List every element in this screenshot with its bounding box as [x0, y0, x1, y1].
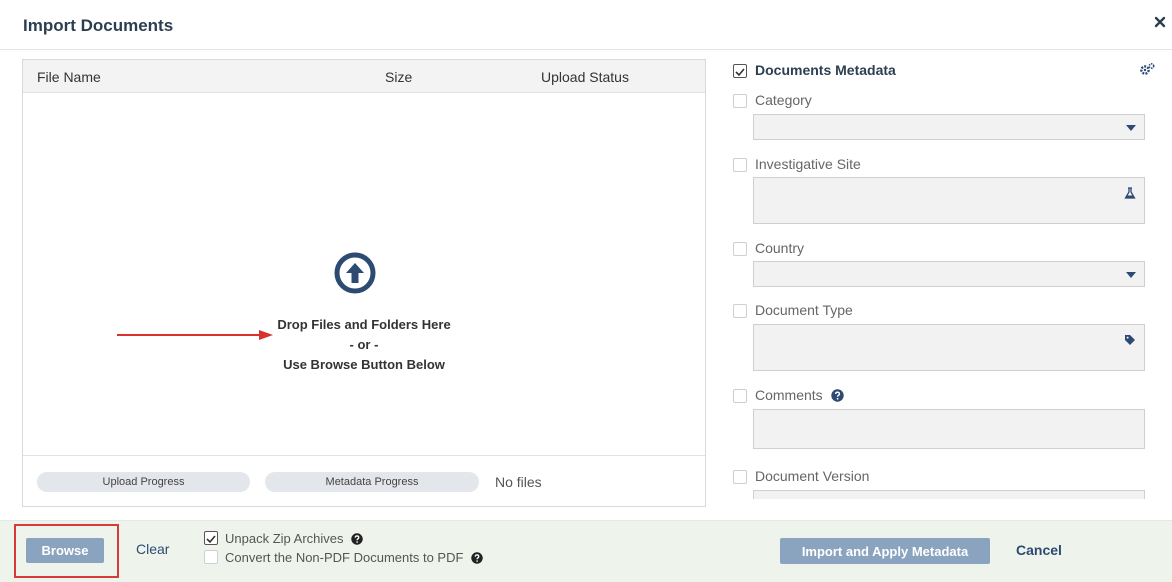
dialog-header: Import Documents [0, 0, 1172, 50]
comments-label: Comments [755, 387, 823, 403]
file-status-text: No files [495, 474, 542, 490]
document-version-field[interactable] [753, 490, 1145, 499]
document-type-field[interactable] [753, 324, 1145, 371]
country-select[interactable] [753, 261, 1145, 287]
help-icon[interactable] [830, 389, 844, 402]
documents-metadata-label: Documents Metadata [755, 62, 896, 78]
flask-icon[interactable] [1124, 187, 1136, 199]
check-icon [206, 535, 216, 544]
unpack-zip-label: Unpack Zip Archives [225, 531, 344, 546]
category-label: Category [755, 92, 812, 108]
help-icon[interactable] [471, 552, 483, 564]
dialog-title: Import Documents [23, 16, 174, 35]
drop-text-line-3: Use Browse Button Below [283, 357, 445, 372]
browse-button[interactable]: Browse [26, 538, 104, 563]
investigative-site-label: Investigative Site [755, 156, 861, 172]
drop-text-line-2: - or - [349, 337, 379, 352]
category-select[interactable] [753, 114, 1145, 140]
document-type-checkbox[interactable] [733, 304, 747, 318]
unpack-zip-checkbox[interactable] [204, 531, 218, 545]
progress-row: Upload Progress Metadata Progress No fil… [23, 455, 705, 507]
document-version-checkbox[interactable] [733, 470, 747, 484]
upload-progress-bar: Upload Progress [37, 472, 250, 492]
comments-label-wrap: Comments [755, 387, 844, 403]
convert-pdf-option: Convert the Non-PDF Documents to PDF [225, 550, 483, 565]
drop-instructions: Drop Files and Folders Here - or - Use B… [23, 315, 705, 375]
file-list-panel: File Name Size Upload Status Drop Files … [22, 59, 706, 507]
comments-checkbox[interactable] [733, 389, 747, 403]
country-label: Country [755, 240, 805, 256]
metadata-panel: Documents Metadata Category Investigativ… [726, 59, 1166, 499]
import-and-apply-metadata-button[interactable]: Import and Apply Metadata [780, 538, 990, 564]
column-file-name[interactable]: File Name [37, 69, 101, 85]
cancel-button[interactable]: Cancel [1016, 542, 1062, 558]
file-list-header: File Name Size Upload Status [23, 60, 705, 93]
document-type-label: Document Type [755, 302, 853, 318]
chevron-down-icon [1126, 125, 1136, 131]
country-checkbox[interactable] [733, 242, 747, 256]
gears-icon[interactable] [1139, 62, 1155, 76]
column-upload-status[interactable]: Upload Status [541, 69, 629, 85]
chevron-down-icon [1126, 272, 1136, 278]
documents-metadata-checkbox[interactable] [733, 64, 747, 78]
column-size[interactable]: Size [385, 69, 412, 85]
unpack-zip-option: Unpack Zip Archives [225, 531, 363, 546]
metadata-progress-bar: Metadata Progress [265, 472, 479, 492]
check-icon [735, 68, 745, 77]
drop-text-line-1: Drop Files and Folders Here [277, 317, 451, 332]
upload-icon [334, 252, 376, 294]
convert-pdf-label: Convert the Non-PDF Documents to PDF [225, 550, 464, 565]
category-checkbox[interactable] [733, 94, 747, 108]
drop-zone[interactable]: Drop Files and Folders Here - or - Use B… [23, 93, 705, 455]
help-icon[interactable] [351, 533, 363, 545]
convert-pdf-checkbox[interactable] [204, 550, 218, 564]
document-version-label: Document Version [755, 468, 870, 484]
investigative-site-field[interactable] [753, 177, 1145, 224]
clear-button[interactable]: Clear [136, 541, 169, 557]
dialog-footer: Browse Clear Unpack Zip Archives Convert… [0, 520, 1172, 582]
close-icon[interactable] [1154, 16, 1166, 28]
investigative-site-checkbox[interactable] [733, 158, 747, 172]
comments-field[interactable] [753, 409, 1145, 449]
tag-icon[interactable] [1124, 334, 1136, 346]
